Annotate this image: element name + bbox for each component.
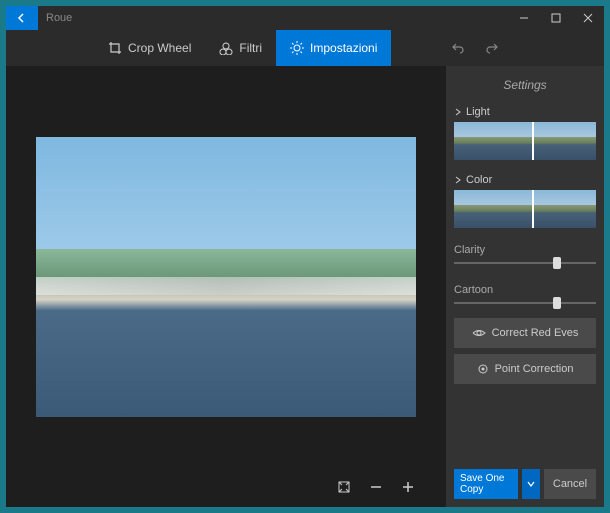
main-area bbox=[6, 66, 446, 507]
arrow-left-icon bbox=[16, 12, 28, 24]
point-icon bbox=[477, 363, 489, 375]
undo-icon bbox=[451, 41, 465, 55]
save-button[interactable]: Save One Copy bbox=[454, 469, 518, 499]
cartoon-label: Cartoon bbox=[454, 278, 596, 302]
fit-icon bbox=[337, 480, 351, 494]
filters-label: Filtri bbox=[239, 41, 262, 55]
red-eye-button[interactable]: Correct Red Eves bbox=[454, 318, 596, 348]
image-canvas[interactable] bbox=[36, 137, 416, 417]
color-label: Color bbox=[466, 174, 492, 186]
history-controls bbox=[451, 41, 499, 55]
app-window: Roue Crop Wheel Filtri bbox=[6, 6, 604, 507]
red-eye-label: Correct Red Eves bbox=[492, 327, 579, 339]
crop-label: Crop Wheel bbox=[128, 41, 191, 55]
back-button[interactable] bbox=[6, 6, 38, 30]
chevron-right-icon bbox=[454, 176, 462, 184]
clarity-label: Clarity bbox=[454, 238, 596, 262]
color-section-header[interactable]: Color bbox=[454, 170, 596, 190]
save-dropdown[interactable] bbox=[522, 469, 540, 499]
crop-tab[interactable]: Crop Wheel bbox=[94, 30, 205, 66]
light-preview[interactable] bbox=[454, 122, 596, 160]
redo-icon bbox=[485, 41, 499, 55]
clarity-handle[interactable] bbox=[553, 257, 561, 269]
undo-button[interactable] bbox=[451, 41, 465, 55]
chevron-right-icon bbox=[454, 108, 462, 116]
titlebar: Roue bbox=[6, 6, 604, 30]
cancel-button[interactable]: Cancel bbox=[544, 469, 596, 499]
zoom-bar bbox=[6, 467, 446, 507]
close-button[interactable] bbox=[572, 6, 604, 30]
maximize-icon bbox=[551, 13, 561, 23]
save-label-line1: Save One bbox=[460, 473, 504, 484]
canvas-wrapper bbox=[6, 66, 446, 467]
point-correction-button[interactable]: Point Correction bbox=[454, 354, 596, 384]
fit-button[interactable] bbox=[336, 479, 352, 495]
cancel-label: Cancel bbox=[553, 478, 587, 490]
sidebar-title: Settings bbox=[454, 72, 596, 102]
save-label-line2: Copy bbox=[460, 484, 504, 495]
brightness-icon bbox=[290, 41, 304, 55]
settings-tab[interactable]: Impostazioni bbox=[276, 30, 391, 66]
light-section-header[interactable]: Light bbox=[454, 102, 596, 122]
minimize-icon bbox=[519, 13, 529, 23]
cartoon-slider[interactable] bbox=[454, 302, 596, 304]
zoom-in-button[interactable] bbox=[400, 479, 416, 495]
sidebar-footer: Save One Copy Cancel bbox=[454, 469, 596, 499]
toolbar: Crop Wheel Filtri Impostazioni bbox=[6, 30, 604, 66]
crop-icon bbox=[108, 41, 122, 55]
minus-icon bbox=[370, 481, 382, 493]
cartoon-handle[interactable] bbox=[553, 297, 561, 309]
point-correction-label: Point Correction bbox=[495, 363, 574, 375]
chevron-down-icon bbox=[526, 479, 536, 489]
zoom-out-button[interactable] bbox=[368, 479, 384, 495]
redo-button[interactable] bbox=[485, 41, 499, 55]
settings-sidebar: Settings Light Color Clarity Cartoon bbox=[446, 66, 604, 507]
content-area: Settings Light Color Clarity Cartoon bbox=[6, 66, 604, 507]
clarity-slider[interactable] bbox=[454, 262, 596, 264]
plus-icon bbox=[402, 481, 414, 493]
maximize-button[interactable] bbox=[540, 6, 572, 30]
filters-icon bbox=[219, 41, 233, 55]
color-preview[interactable] bbox=[454, 190, 596, 228]
minimize-button[interactable] bbox=[508, 6, 540, 30]
settings-label: Impostazioni bbox=[310, 41, 377, 55]
window-controls bbox=[508, 6, 604, 30]
eye-icon bbox=[472, 328, 486, 338]
filters-tab[interactable]: Filtri bbox=[205, 30, 276, 66]
window-title: Roue bbox=[38, 12, 508, 24]
close-icon bbox=[583, 13, 593, 23]
light-label: Light bbox=[466, 106, 490, 118]
